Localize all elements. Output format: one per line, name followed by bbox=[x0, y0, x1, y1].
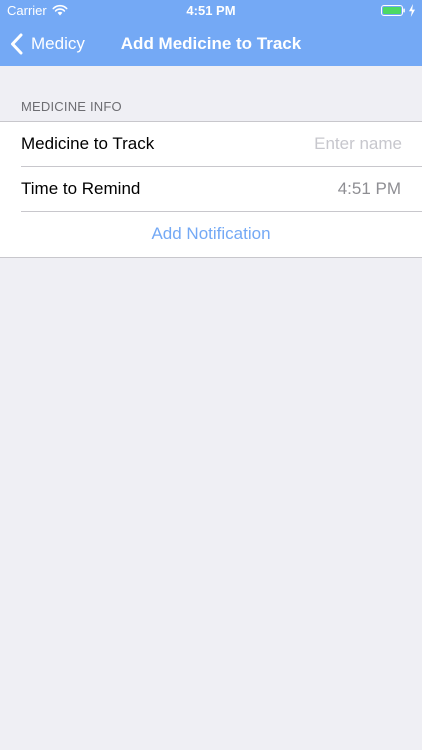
status-bar: Carrier 4:51 PM bbox=[0, 0, 422, 22]
reminder-time-label: Time to Remind bbox=[21, 179, 141, 198]
navigation-bar: Medicy Add Medicine to Track bbox=[0, 22, 422, 66]
medicine-name-row[interactable]: Medicine to Track bbox=[0, 122, 422, 166]
medicine-info-group: Medicine to Track Time to Remind 4:51 PM… bbox=[0, 121, 422, 258]
status-time: 4:51 PM bbox=[186, 3, 236, 18]
chevron-left-icon bbox=[11, 33, 23, 55]
reminder-time-row[interactable]: Time to Remind 4:51 PM bbox=[0, 167, 422, 211]
navigation-header: Carrier 4:51 PM Medicy Add Medicine to T… bbox=[0, 0, 422, 66]
medicine-name-input[interactable] bbox=[202, 132, 402, 156]
section-header: MEDICINE INFO bbox=[21, 99, 122, 114]
charging-bolt-icon bbox=[409, 4, 415, 17]
back-button-label: Medicy bbox=[31, 34, 85, 53]
reminder-time-value[interactable]: 4:51 PM bbox=[338, 167, 401, 211]
battery-icon bbox=[381, 5, 405, 16]
add-notification-row[interactable]: Add Notification bbox=[0, 212, 422, 256]
add-notification-button[interactable]: Add Notification bbox=[0, 212, 422, 256]
medicine-name-label: Medicine to Track bbox=[21, 134, 155, 153]
back-button[interactable]: Medicy bbox=[10, 22, 85, 66]
